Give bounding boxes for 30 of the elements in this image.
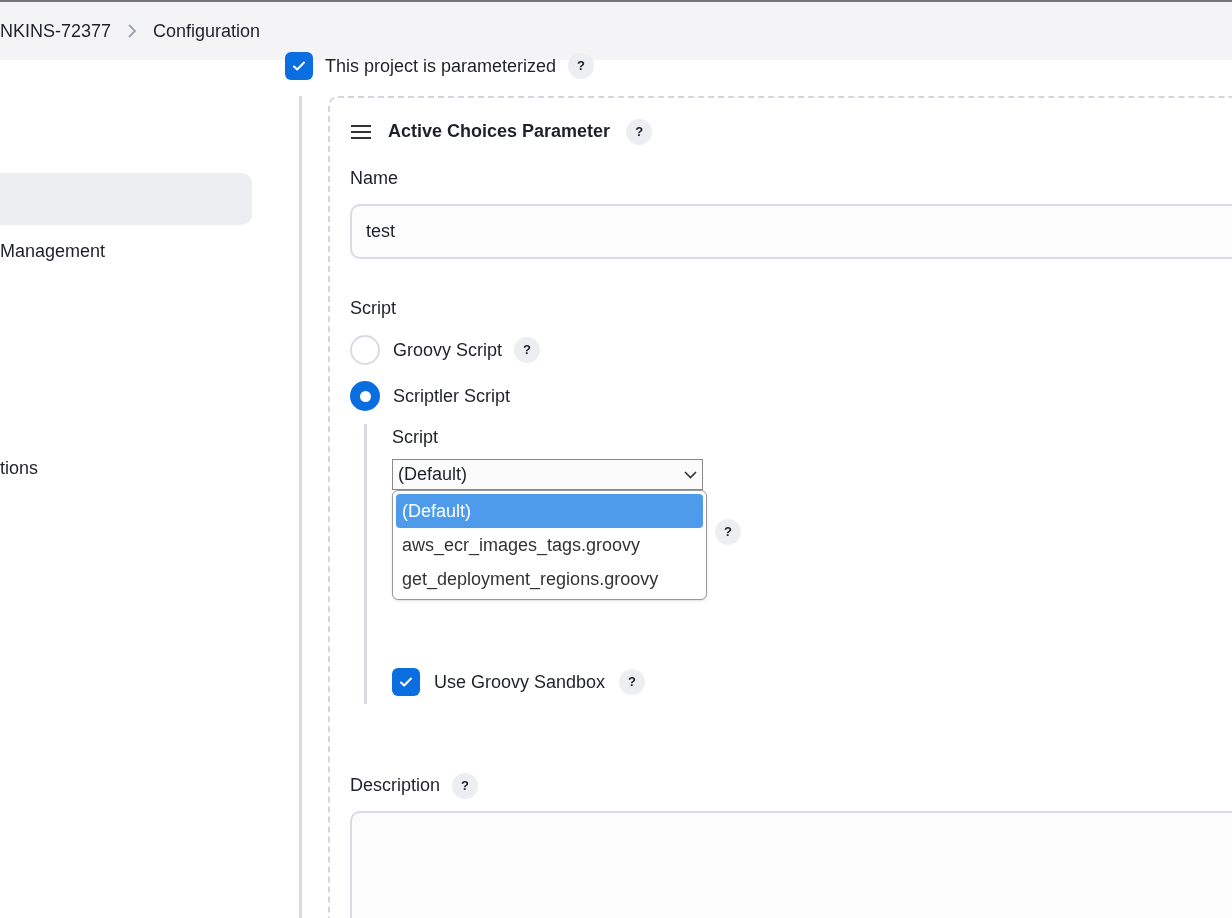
help-icon[interactable]: ?	[568, 53, 595, 79]
dropdown-option[interactable]: aws_ecr_images_tags.groovy	[396, 528, 703, 562]
help-icon[interactable]: ?	[452, 772, 479, 799]
chevron-icon	[127, 23, 138, 39]
dropdown-option[interactable]: get_deployment_regions.groovy	[396, 562, 703, 596]
help-icon[interactable]: ?	[626, 118, 653, 145]
breadcrumb-link[interactable]: NKINS-72377	[0, 17, 112, 45]
checkbox[interactable]	[392, 668, 420, 696]
field-label: Script	[392, 426, 439, 449]
radio-button[interactable]	[350, 335, 380, 365]
radio-button[interactable]	[350, 381, 380, 411]
help-icon[interactable]: ?	[619, 669, 646, 695]
parameter-title: Active Choices Parameter	[388, 120, 611, 143]
field-label: Description	[350, 774, 441, 797]
checkbox[interactable]	[285, 52, 313, 80]
radio-label: Scriptler Script	[393, 384, 511, 408]
radio-label: Groovy Script	[393, 338, 503, 362]
chevron-down-icon	[684, 470, 697, 479]
sidebar-item[interactable]: Management	[0, 225, 252, 277]
name-input-field[interactable]: test	[350, 204, 1232, 259]
breadcrumb-link[interactable]: Configuration	[153, 17, 261, 45]
checkbox-label: Use Groovy Sandbox	[434, 670, 606, 694]
field-label: Script	[350, 297, 397, 320]
field-label: Name	[350, 167, 399, 190]
help-icon[interactable]: ?	[715, 519, 741, 545]
checkbox-label: This project is parameterized	[325, 54, 557, 78]
sidebar-item[interactable]: tions	[0, 442, 252, 494]
drag-handle-icon[interactable]	[350, 124, 372, 139]
help-icon[interactable]: ?	[514, 337, 541, 363]
script-select[interactable]: (Default)	[392, 459, 703, 490]
